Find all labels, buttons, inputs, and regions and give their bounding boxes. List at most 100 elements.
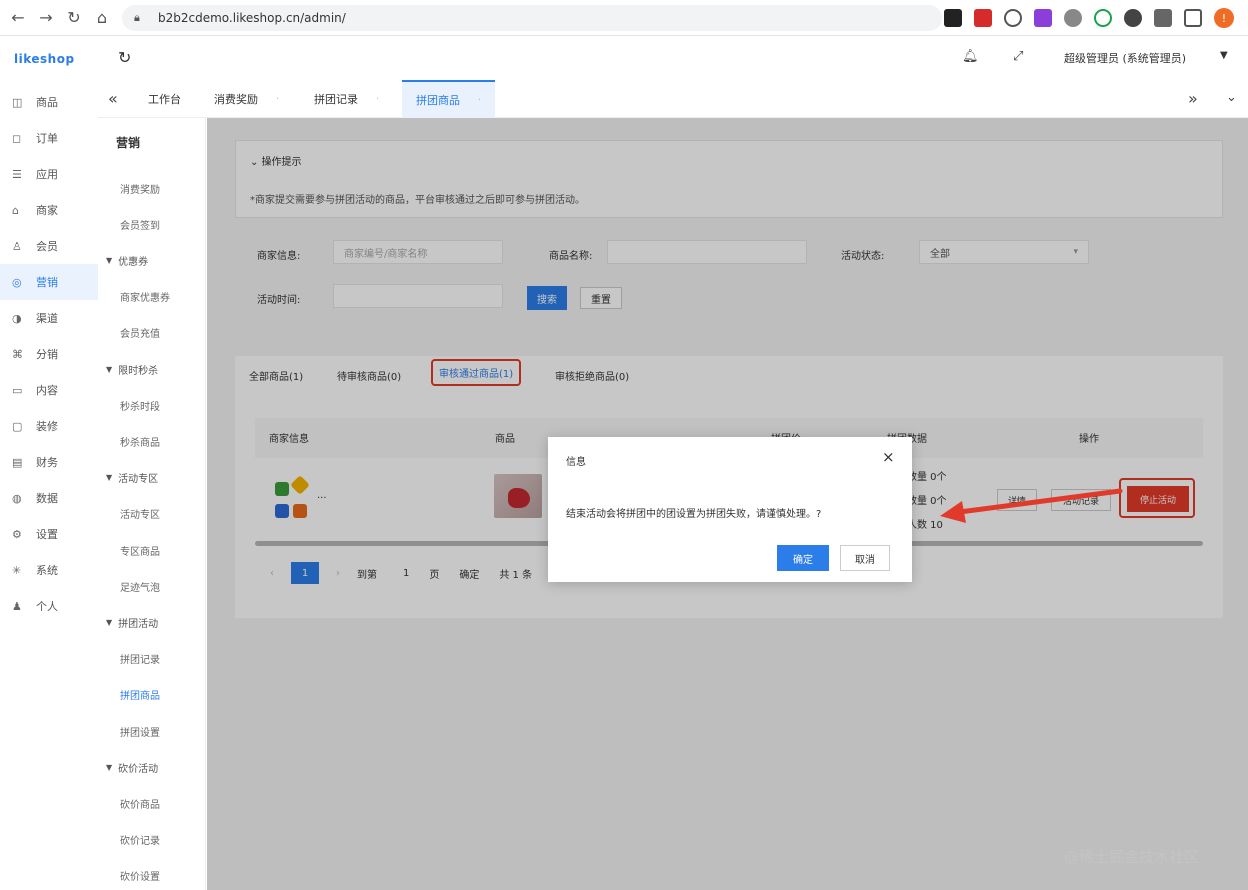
close-icon[interactable]: · [376,94,379,105]
subnav-item[interactable]: 会员充值 [98,323,206,343]
subnav-label: 活动专区 [120,510,160,522]
profile-avatar[interactable]: ! [1214,8,1234,28]
address-bar[interactable]: 🔒︎ b2b2cdemo.likeshop.cn/admin/ [122,5,942,31]
subnav-group[interactable]: ▼ 活动专区 [98,468,206,488]
sidebar-item[interactable]: ◎ 营销 [0,264,98,300]
sidebar-item[interactable]: ☰ 应用 [0,156,98,192]
subnav-item[interactable]: 拼团商品 [98,685,206,705]
settings-icon: ⚙ [12,527,22,541]
user-menu[interactable]: 超级管理员 (系统管理员) [1064,50,1186,66]
tab-workbench[interactable]: 工作台 [148,80,181,118]
subnav-item[interactable]: 砍价设置 [98,866,206,886]
back-icon[interactable]: ← [4,4,32,32]
subnav-item[interactable]: 会员签到 [98,214,206,234]
subnav-item[interactable]: 商家优惠券 [98,287,206,307]
order-icon: ◻ [12,131,22,145]
sidebar-item-label: 分销 [36,348,58,361]
sidebar-item[interactable]: ◑ 渠道 [0,300,98,336]
subnav-item[interactable]: 消费奖励 [98,178,206,198]
sidepanel-icon[interactable] [1184,9,1202,27]
close-icon[interactable]: · [276,94,279,105]
subnav-item[interactable]: 砍价记录 [98,830,206,850]
sidebar-item[interactable]: ⌘ 分销 [0,336,98,372]
extension-icon[interactable] [944,9,962,27]
person-icon: ♟ [12,599,22,613]
confirm-button[interactable]: 确定 [777,545,829,571]
subnav-label: 专区商品 [120,546,160,558]
caret-down-icon: ▼ [106,762,113,772]
chevron-down-icon[interactable]: ⌄ [1226,90,1237,105]
sidebar-item-label: 装修 [36,420,58,433]
sidebar-item[interactable]: ◫ 商品 [0,84,98,120]
finance-icon: ▤ [12,455,23,469]
sidebar-item[interactable]: ♙ 会员 [0,228,98,264]
home-icon[interactable]: ⌂ [88,4,116,32]
sidebar-item-label: 会员 [36,240,58,253]
extension-icon[interactable] [1124,9,1142,27]
sidebar-item[interactable]: ◍ 数据 [0,480,98,516]
subnav-item[interactable]: 拼团记录 [98,649,206,669]
sidebar-item[interactable]: ⚙ 设置 [0,516,98,552]
subnav-item[interactable]: 秒杀时段 [98,395,206,415]
subnav-label: 活动专区 [118,474,159,486]
extension-icon[interactable] [1064,9,1082,27]
subnav-label: 拼团设置 [120,727,160,739]
dialog-message: 结束活动会将拼团中的团设置为拼团失败，请谨慎处理。? [566,509,822,520]
sidebar-item[interactable]: ♟ 个人 [0,588,98,624]
subnav-label: 砍价设置 [120,872,160,884]
sidebar-item[interactable]: ✳ 系统 [0,552,98,588]
extension-icon[interactable] [1034,9,1052,27]
extension-icon[interactable] [974,9,992,27]
cart-icon: ◫ [12,95,23,109]
subnav-item[interactable]: 秒杀商品 [98,431,206,451]
sidebar-item[interactable]: ▢ 装修 [0,408,98,444]
subnav-label: 消费奖励 [120,184,160,196]
tab-group-record[interactable]: 拼团记录 · [314,80,379,118]
caret-down-icon: ▼ [106,364,113,374]
subnav-group[interactable]: ▼ 限时秒杀 [98,359,206,379]
caret-down-icon: ▼ [106,473,113,483]
subnav-label: 秒杀商品 [120,437,160,449]
refresh-icon[interactable]: ↻ [118,48,131,67]
subnav-label: 会员签到 [120,220,160,232]
tab-group-goods[interactable]: 拼团商品 · [402,80,496,118]
sidebar-item-label: 渠道 [36,312,58,325]
data-icon: ◍ [12,491,22,505]
subnav-group[interactable]: ▼ 拼团活动 [98,612,206,632]
distribution-icon: ⌘ [12,347,23,361]
subnav-item[interactable]: 专区商品 [98,540,206,560]
forward-icon[interactable]: → [32,4,60,32]
tabs-forward-icon[interactable]: » [1188,89,1198,108]
tabs-back-icon[interactable]: « [108,89,118,108]
caret-down-icon: ▼ [106,617,113,627]
bell-icon[interactable]: 🔔︎ [962,49,979,64]
sidebar-item-label: 商家 [36,204,58,217]
marketing-icon: ◎ [12,275,22,289]
subnav-label: 砍价商品 [120,799,160,811]
subnav-item[interactable]: 活动专区 [98,504,206,524]
caret-down-icon: ▼ [106,255,113,265]
subnav-item[interactable]: 拼团设置 [98,721,206,741]
sub-sidebar-title: 营销 [116,136,141,150]
sidebar-item[interactable]: ▭ 内容 [0,372,98,408]
subnav-item[interactable]: 砍价商品 [98,793,206,813]
sidebar-item-label: 设置 [36,528,58,541]
tab-consume-reward[interactable]: 消费奖励 · [214,80,279,118]
sidebar-item-label: 个人 [36,600,58,613]
close-icon[interactable]: · [478,95,481,106]
sidebar-item[interactable]: ⌂ 商家 [0,192,98,228]
reload-icon[interactable]: ↻ [60,4,88,32]
subnav-group[interactable]: ▼ 优惠券 [98,250,206,270]
extension-icon[interactable] [1094,9,1112,27]
caret-down-icon[interactable]: ▼ [1220,50,1228,61]
fullscreen-icon[interactable]: ⤢ [1013,49,1023,64]
subnav-item[interactable]: 足迹气泡 [98,576,206,596]
sidebar-item[interactable]: ◻ 订单 [0,120,98,156]
extension-icon[interactable] [1004,9,1022,27]
sidebar-item[interactable]: ▤ 财务 [0,444,98,480]
close-icon[interactable]: × [882,448,895,466]
cancel-button[interactable]: 取消 [840,545,890,571]
puzzle-icon[interactable] [1154,9,1172,27]
channel-icon: ◑ [12,311,22,325]
subnav-group[interactable]: ▼ 砍价活动 [98,757,206,777]
